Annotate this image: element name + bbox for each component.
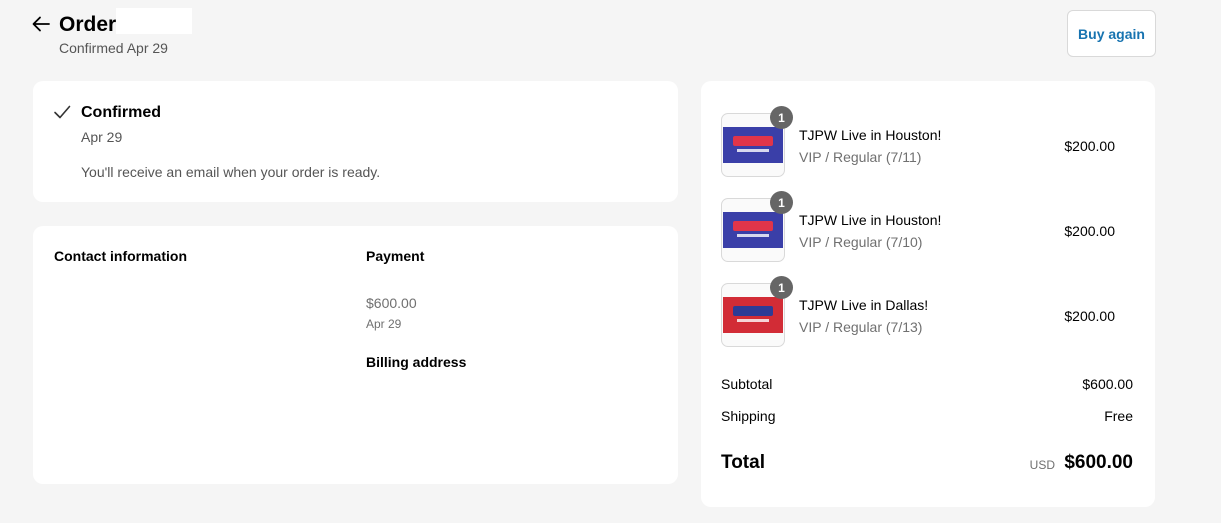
status-date: Apr 29 bbox=[81, 129, 123, 145]
shipping-value: Free bbox=[1104, 408, 1133, 424]
item-variant: VIP / Regular (7/10) bbox=[799, 234, 923, 250]
line-item: 1 TJPW Live in Houston! VIP / Regular (7… bbox=[721, 191, 1135, 262]
shipping-label: Shipping bbox=[721, 408, 776, 424]
buy-again-button[interactable]: Buy again bbox=[1067, 10, 1156, 57]
total-row: Total USD $600.00 bbox=[721, 451, 1133, 475]
order-summary-card: 1 TJPW Live in Houston! VIP / Regular (7… bbox=[701, 81, 1155, 507]
thumb-stripe bbox=[733, 136, 773, 146]
payment-amount: $600.00 bbox=[366, 295, 417, 311]
item-title: TJPW Live in Houston! bbox=[799, 212, 942, 228]
total-currency: USD bbox=[1029, 458, 1055, 472]
item-variant: VIP / Regular (7/13) bbox=[799, 319, 923, 335]
item-variant: VIP / Regular (7/11) bbox=[799, 149, 922, 165]
thumb-stripe bbox=[733, 306, 773, 316]
quantity-badge: 1 bbox=[770, 106, 793, 129]
back-button[interactable] bbox=[30, 12, 52, 36]
order-status-card: Confirmed Apr 29 You'll receive an email… bbox=[33, 81, 678, 202]
payment-date: Apr 29 bbox=[366, 317, 402, 331]
quantity-badge: 1 bbox=[770, 276, 793, 299]
line-item: 1 TJPW Live in Houston! VIP / Regular (7… bbox=[721, 106, 1135, 177]
total-value: $600.00 bbox=[1064, 452, 1133, 473]
item-price: $200.00 bbox=[1064, 223, 1115, 239]
page-header: Order Confirmed Apr 29 Buy again bbox=[30, 8, 1156, 70]
product-image bbox=[723, 297, 783, 333]
product-image bbox=[723, 127, 783, 163]
order-number-redaction bbox=[116, 8, 192, 34]
item-price: $200.00 bbox=[1064, 138, 1115, 154]
item-title: TJPW Live in Dallas! bbox=[799, 297, 929, 313]
status-title: Confirmed bbox=[81, 104, 161, 121]
order-details-card: Contact information Payment $600.00 Apr … bbox=[33, 226, 678, 484]
subtotal-label: Subtotal bbox=[721, 376, 773, 392]
product-thumbnail: 1 bbox=[721, 191, 793, 262]
payment-heading: Payment bbox=[366, 248, 425, 264]
item-title: TJPW Live in Houston! bbox=[799, 127, 942, 143]
order-confirmed-date: Confirmed Apr 29 bbox=[59, 40, 168, 56]
checkmark-icon bbox=[54, 105, 71, 119]
product-thumbnail: 1 bbox=[721, 276, 793, 347]
thumb-band bbox=[737, 319, 769, 322]
thumb-band bbox=[737, 234, 769, 237]
arrow-left-icon bbox=[32, 16, 50, 32]
product-thumbnail: 1 bbox=[721, 106, 793, 177]
subtotal-value: $600.00 bbox=[1082, 376, 1133, 392]
page-title: Order bbox=[59, 13, 117, 36]
contact-information-heading: Contact information bbox=[54, 248, 187, 264]
quantity-badge: 1 bbox=[770, 191, 793, 214]
thumb-band bbox=[737, 149, 769, 152]
total-label: Total bbox=[721, 452, 765, 473]
product-image bbox=[723, 212, 783, 248]
line-item: 1 TJPW Live in Dallas! VIP / Regular (7/… bbox=[721, 276, 1135, 347]
billing-address-heading: Billing address bbox=[366, 354, 467, 370]
item-price: $200.00 bbox=[1064, 308, 1115, 324]
status-message: You'll receive an email when your order … bbox=[81, 164, 381, 180]
thumb-stripe bbox=[733, 221, 773, 231]
